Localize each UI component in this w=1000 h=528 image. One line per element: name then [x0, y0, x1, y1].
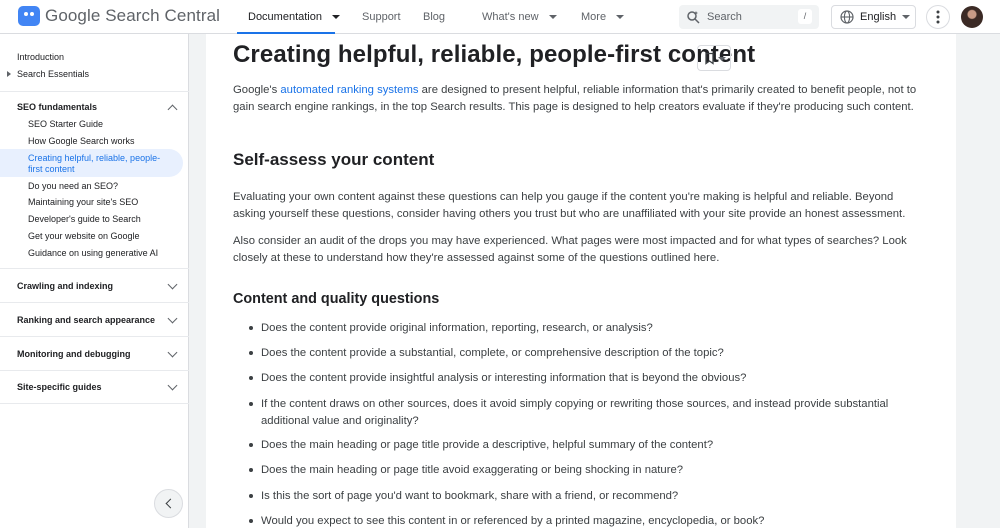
sidebar-item-seo-starter-guide[interactable]: SEO Starter Guide — [28, 119, 103, 130]
sidebar-item-maintaining-seo[interactable]: Maintaining your site's SEO — [28, 197, 138, 208]
language-label: English — [860, 11, 897, 23]
language-selector[interactable]: English — [831, 5, 916, 29]
sidebar-item-helpful-content[interactable]: Creating helpful, reliable, people- firs… — [28, 153, 160, 175]
intro-text: Google's — [233, 84, 281, 96]
automated-ranking-systems-link[interactable]: automated ranking systems — [280, 84, 418, 96]
sidebar-divider — [0, 403, 189, 404]
section-heading-self-assess: Self-assess your content — [233, 150, 435, 169]
top-app-bar: Google Search Central Documentation Supp… — [0, 0, 1000, 34]
sidebar-item-introduction[interactable]: Introduction — [17, 52, 64, 63]
sidebar-divider — [0, 268, 189, 269]
tab-whats-new[interactable]: What's new — [468, 0, 567, 34]
tab-more[interactable]: More — [567, 0, 637, 34]
chevron-down-icon[interactable] — [167, 380, 178, 391]
search-placeholder: Search — [707, 11, 742, 23]
self-assess-paragraph: Evaluating your own content against thes… — [233, 191, 906, 220]
audit-paragraph: Also consider an audit of the drops you … — [233, 235, 907, 264]
sidebar-item-generative-ai[interactable]: Guidance on using generative AI — [28, 248, 158, 259]
subsection-heading-content-quality: Content and quality questions — [233, 291, 440, 307]
more-vert-icon — [936, 10, 940, 24]
sidebar-item-how-search-works[interactable]: How Google Search works — [28, 136, 135, 147]
more-options-button[interactable] — [926, 5, 950, 29]
sidebar-divider — [0, 370, 189, 371]
sidebar-section-ranking[interactable]: Ranking and search appearance — [17, 315, 155, 325]
tab-documentation-label: Documentation — [248, 11, 322, 23]
search-spark-icon — [687, 11, 700, 24]
list-item: Does the content provide a substantial, … — [249, 345, 926, 362]
list-item: If the content draws on other sources, d… — [249, 396, 926, 429]
tab-support-label: Support — [362, 11, 401, 23]
list-item: Would you expect to see this content in … — [249, 513, 926, 528]
chevron-down-icon — [548, 15, 557, 19]
sidebar-section-monitoring[interactable]: Monitoring and debugging — [17, 349, 130, 359]
list-item: Does the content provide original inform… — [249, 320, 926, 337]
list-item: Is this the sort of page you'd want to b… — [249, 488, 926, 505]
tab-documentation[interactable]: Documentation — [237, 0, 340, 34]
list-item: Does the main heading or page title prov… — [249, 437, 926, 454]
sidebar-item-label: first content — [28, 164, 75, 174]
intro-paragraph: Google's automated ranking systems are d… — [233, 82, 923, 115]
sidebar-divider — [0, 336, 189, 337]
search-shortcut-key: / — [798, 9, 812, 24]
sidebar-item-need-seo[interactable]: Do you need an SEO? — [28, 181, 118, 192]
search-central-logo-icon — [18, 6, 40, 26]
sidebar-divider — [0, 302, 189, 303]
tab-support[interactable]: Support — [335, 0, 407, 34]
sidebar-section-seo-fundamentals[interactable]: SEO fundamentals — [17, 102, 97, 112]
site-logo[interactable]: Google Search Central — [18, 6, 220, 26]
chevron-down-icon — [902, 15, 911, 19]
sidebar-item-get-on-google[interactable]: Get your website on Google — [28, 231, 140, 242]
sidebar-item-label: Creating helpful, reliable, people- — [28, 153, 161, 163]
page-title: Creating helpful, reliable, people-first… — [233, 41, 756, 68]
sidebar-item-developers-guide[interactable]: Developer's guide to Search — [28, 214, 141, 225]
bookmark-button[interactable] — [697, 45, 731, 71]
left-nav-sidebar: Introduction Search Essentials SEO funda… — [0, 34, 189, 528]
tab-whats-new-label: What's new — [482, 11, 539, 23]
sidebar-divider — [0, 91, 189, 92]
avatar[interactable] — [961, 6, 983, 28]
tab-blog[interactable]: Blog — [407, 0, 468, 34]
tab-blog-label: Blog — [423, 11, 446, 23]
tab-more-label: More — [581, 11, 607, 23]
collapse-sidebar-button[interactable] — [154, 489, 183, 518]
chevron-down-icon — [616, 15, 625, 19]
bookmark-icon — [705, 52, 714, 65]
sidebar-item-search-essentials[interactable]: Search Essentials — [17, 69, 89, 80]
chevron-right-icon — [7, 71, 11, 77]
chevron-down-icon[interactable] — [167, 313, 178, 324]
search-input[interactable]: Search / — [679, 5, 819, 29]
list-item: Does the content provide insightful anal… — [249, 370, 926, 387]
logo-text: Google Search Central — [45, 6, 221, 25]
chevron-down-icon[interactable] — [167, 347, 178, 358]
sidebar-section-crawling[interactable]: Crawling and indexing — [17, 281, 113, 291]
globe-icon — [840, 10, 854, 24]
chevron-up-icon[interactable] — [167, 104, 178, 115]
list-item: Does the main heading or page title avoi… — [249, 462, 926, 479]
chevron-down-icon[interactable] — [167, 279, 178, 290]
chevron-down-icon — [718, 57, 726, 61]
main-nav: Documentation Support Blog What's new Mo… — [237, 0, 637, 34]
sidebar-section-site-specific[interactable]: Site-specific guides — [17, 382, 102, 392]
